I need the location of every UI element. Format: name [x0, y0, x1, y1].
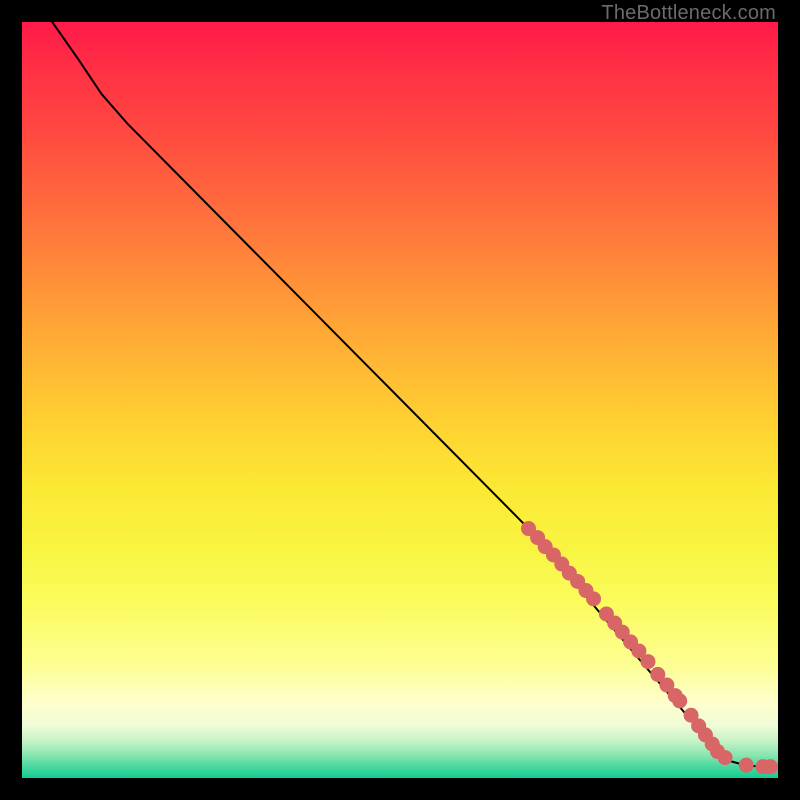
chart-point: [718, 750, 733, 765]
chart-markers-group: [521, 521, 778, 774]
chart-point: [739, 758, 754, 773]
chart-point: [640, 654, 655, 669]
chart-point: [586, 591, 601, 606]
chart-curve: [52, 22, 770, 767]
chart-point: [672, 693, 687, 708]
chart-svg: [22, 22, 778, 778]
chart-point: [763, 759, 778, 774]
